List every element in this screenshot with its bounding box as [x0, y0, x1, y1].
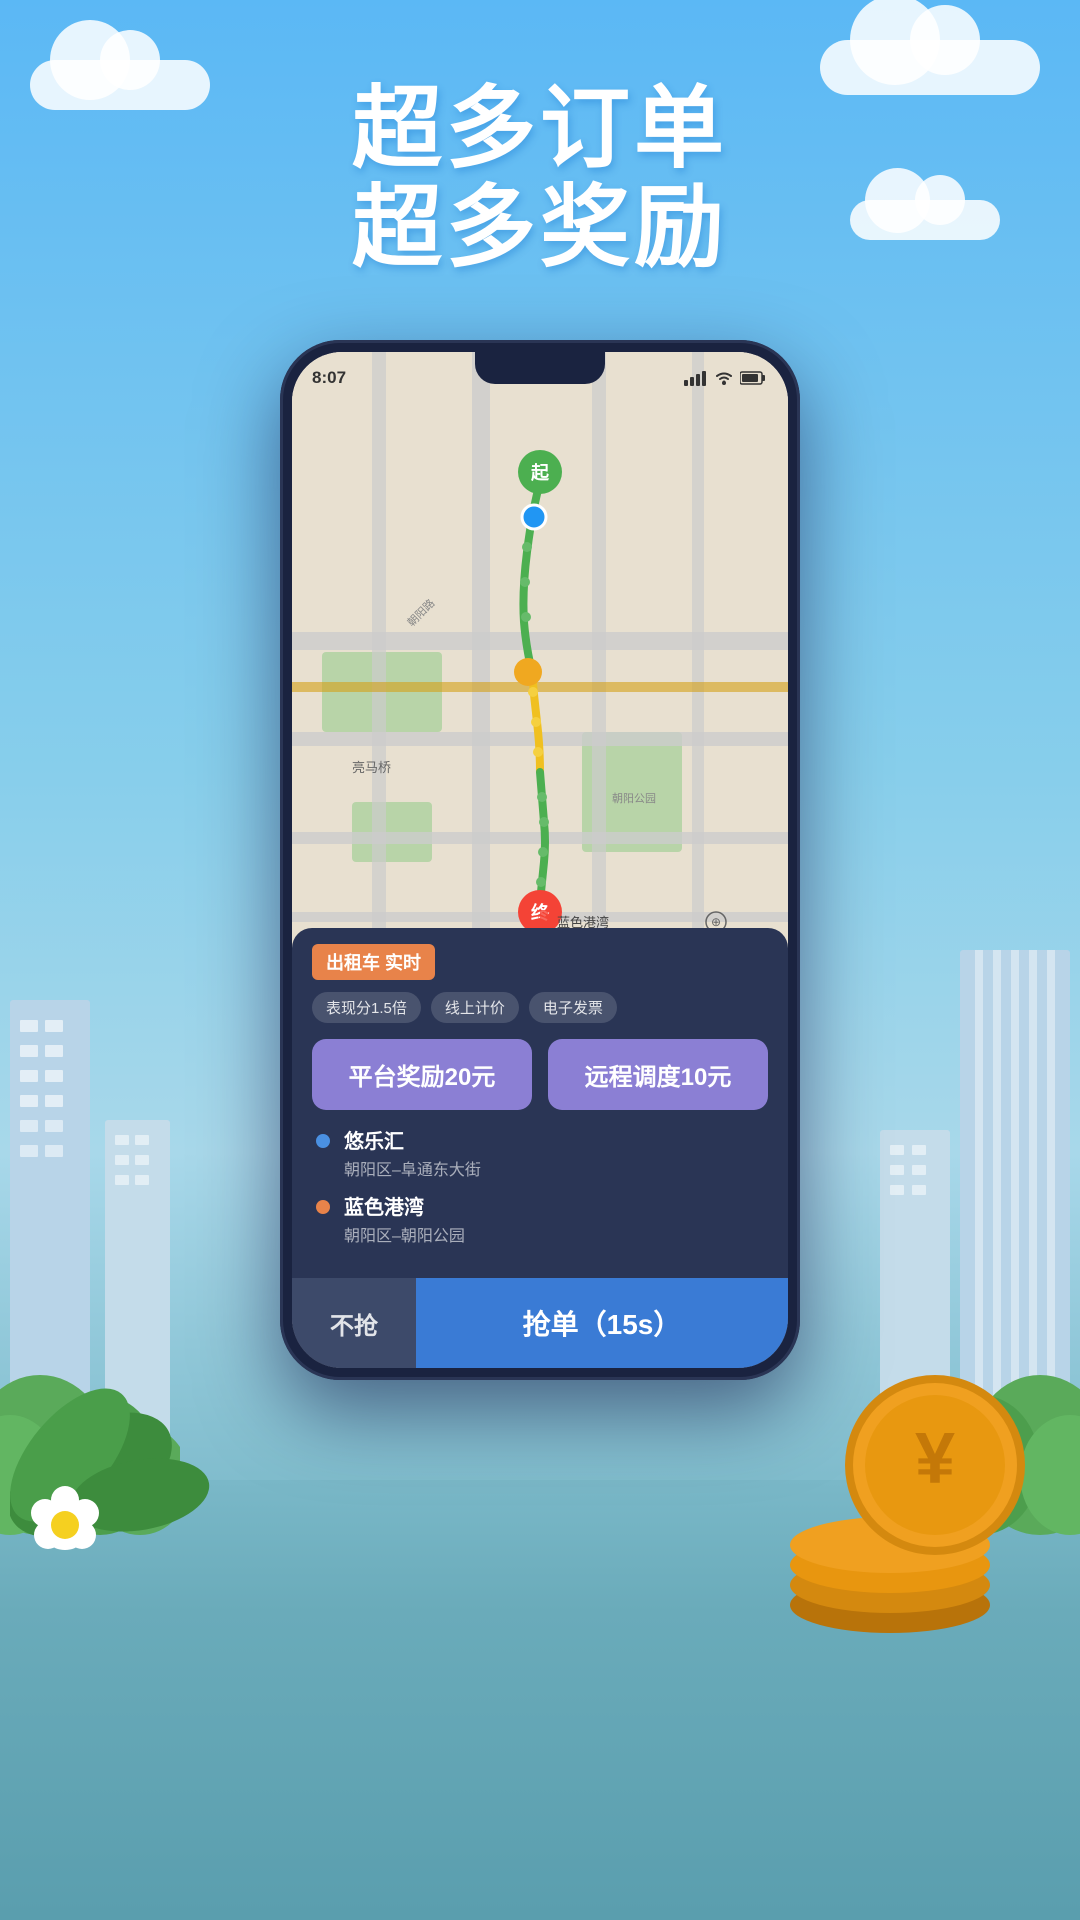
order-type-badge: 出租车 实时 — [312, 944, 435, 980]
location-name-0: 悠乐汇 — [344, 1130, 481, 1154]
order-tag-1: 线上计价 — [431, 992, 519, 1023]
wifi-icon — [714, 370, 734, 386]
svg-text:起: 起 — [530, 462, 550, 483]
battery-icon — [740, 370, 768, 386]
title-section: 超多订单 超多奖励 — [0, 80, 1080, 278]
background: 超多订单 超多奖励 — [0, 0, 1080, 1920]
map-area: 起 终 亮马桥 蓝色港湾 — [292, 352, 788, 972]
location-info-1: 蓝色港湾 朝阳区–朝阳公园 — [344, 1196, 465, 1246]
phone-container: 8:07 — [280, 340, 800, 1380]
status-icons — [684, 370, 768, 386]
phone-mockup: 8:07 — [280, 340, 800, 1380]
phone-screen: 8:07 — [292, 352, 788, 1368]
svg-text:¥: ¥ — [915, 1419, 955, 1499]
location-item-0: 悠乐汇 朝阳区–阜通东大街 — [312, 1130, 768, 1180]
app-subtitle: 超多奖励 — [0, 179, 1080, 278]
status-time: 8:07 — [312, 368, 346, 388]
svg-text:朝阳公园: 朝阳公园 — [612, 792, 656, 805]
app-title: 超多订单 — [0, 80, 1080, 179]
svg-text:亮马桥: 亮马桥 — [352, 760, 391, 775]
order-tag-2: 电子发票 — [529, 992, 617, 1023]
location-item-1: 蓝色港湾 朝阳区–朝阳公园 — [312, 1196, 768, 1246]
location-name-1: 蓝色港湾 — [344, 1196, 465, 1220]
reward-btn-0: 平台奖励20元 — [312, 1039, 532, 1110]
coin-stack: ¥ — [750, 1365, 1030, 1650]
location-info-0: 悠乐汇 朝阳区–阜通东大街 — [344, 1130, 481, 1180]
order-tag-0: 表现分1.5倍 — [312, 992, 421, 1023]
location-dot-orange — [316, 1200, 330, 1214]
action-buttons: 不抢 抢单（15s） — [292, 1278, 788, 1368]
grab-button[interactable]: 抢单（15s） — [416, 1278, 788, 1368]
location-address-1: 朝阳区–朝阳公园 — [344, 1222, 465, 1246]
signal-icon — [684, 370, 708, 386]
order-tags: 表现分1.5倍 线上计价 电子发票 — [312, 992, 768, 1023]
reward-buttons: 平台奖励20元 远程调度10元 — [312, 1039, 768, 1110]
svg-text:⊕: ⊕ — [711, 915, 721, 929]
phone-notch — [475, 352, 605, 384]
location-address-0: 朝阳区–阜通东大街 — [344, 1156, 481, 1180]
map-svg: 起 终 亮马桥 蓝色港湾 — [292, 352, 788, 972]
leaves-decoration — [10, 1255, 270, 1560]
location-dot-blue — [316, 1134, 330, 1148]
reward-btn-1: 远程调度10元 — [548, 1039, 768, 1110]
pass-button[interactable]: 不抢 — [292, 1278, 416, 1368]
order-panel: 出租车 实时 表现分1.5倍 线上计价 电子发票 平台奖励20元 远程调度10元 — [292, 928, 788, 1368]
